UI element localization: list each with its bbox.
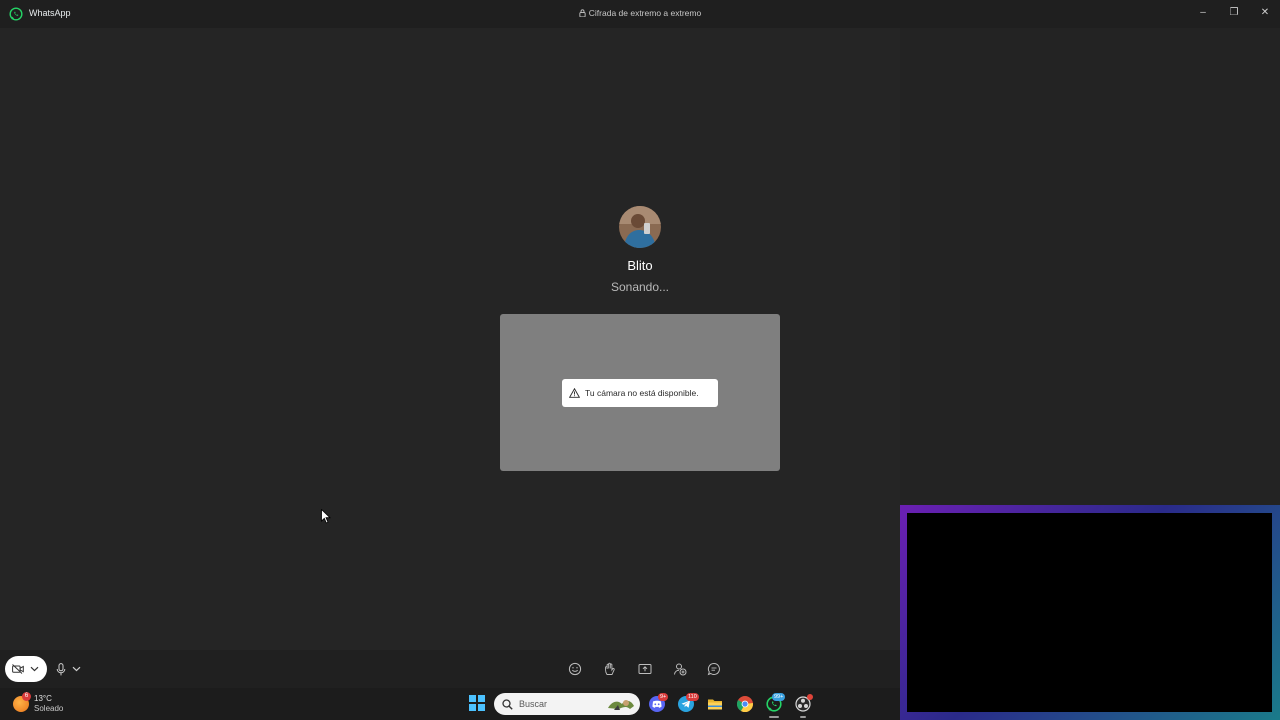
lock-icon xyxy=(579,9,586,17)
search-highlight-icon xyxy=(608,700,634,710)
call-controls-bar xyxy=(0,650,900,688)
weather-badge: 6 xyxy=(22,692,31,701)
mic-options-chevron-icon[interactable] xyxy=(72,666,81,672)
start-tile xyxy=(478,695,485,702)
whatsapp-call-window: WhatsApp Cifrada de extremo a extremo – … xyxy=(0,0,1280,720)
start-button[interactable] xyxy=(469,695,485,711)
title-bar: WhatsApp Cifrada de extremo a extremo – … xyxy=(0,0,1280,28)
add-participant-icon[interactable] xyxy=(673,662,687,676)
microphone-toggle[interactable] xyxy=(56,659,92,679)
raise-hand-icon[interactable] xyxy=(603,662,617,676)
weather-description[interactable]: Soleado xyxy=(34,704,63,713)
whatsapp-badge: 99+ xyxy=(772,693,786,701)
caller-name: Blito xyxy=(627,258,653,273)
emoji-icon[interactable] xyxy=(568,662,582,676)
camera-off-icon xyxy=(12,664,24,674)
microphone-icon[interactable] xyxy=(56,662,66,676)
call-status: Sonando... xyxy=(610,280,670,294)
recording-indicator xyxy=(807,694,813,700)
taskbar-search[interactable]: Buscar xyxy=(494,693,640,715)
telegram-badge: 110 xyxy=(686,693,699,701)
camera-unavailable-toast: Tu cámara no está disponible. xyxy=(562,379,718,407)
start-tile xyxy=(469,704,476,711)
self-view-video[interactable] xyxy=(907,513,1272,712)
caller-avatar xyxy=(619,206,661,248)
file-explorer-icon[interactable] xyxy=(707,696,723,712)
search-icon xyxy=(502,698,513,710)
share-screen-icon[interactable] xyxy=(638,662,652,676)
warning-icon xyxy=(569,388,580,398)
close-button[interactable]: ✕ xyxy=(1250,0,1280,24)
active-app-indicator xyxy=(769,716,779,718)
minimize-icon: – xyxy=(1200,6,1206,18)
minimize-button[interactable]: – xyxy=(1188,0,1218,24)
camera-toggle-button[interactable] xyxy=(5,656,47,682)
taskbar xyxy=(0,688,900,720)
chat-icon[interactable] xyxy=(707,662,721,676)
encryption-indicator: Cifrada de extremo a extremo xyxy=(0,8,1280,18)
chevron-down-icon[interactable] xyxy=(30,666,39,672)
chrome-icon[interactable] xyxy=(737,696,753,712)
camera-warning-text: Tu cámara no está disponible. xyxy=(585,388,699,398)
start-tile xyxy=(469,695,476,702)
close-icon: ✕ xyxy=(1260,6,1270,18)
restore-icon: ❐ xyxy=(1229,6,1239,18)
avatar-photo xyxy=(619,206,661,248)
open-app-indicator xyxy=(800,716,806,718)
mouse-cursor-icon xyxy=(321,509,331,524)
restore-button[interactable]: ❐ xyxy=(1219,0,1249,24)
weather-temperature[interactable]: 13°C xyxy=(34,694,52,703)
search-placeholder: Buscar xyxy=(519,699,548,709)
start-tile xyxy=(478,704,485,711)
encryption-label: Cifrada de extremo a extremo xyxy=(588,8,702,18)
discord-badge: 9+ xyxy=(658,693,669,701)
